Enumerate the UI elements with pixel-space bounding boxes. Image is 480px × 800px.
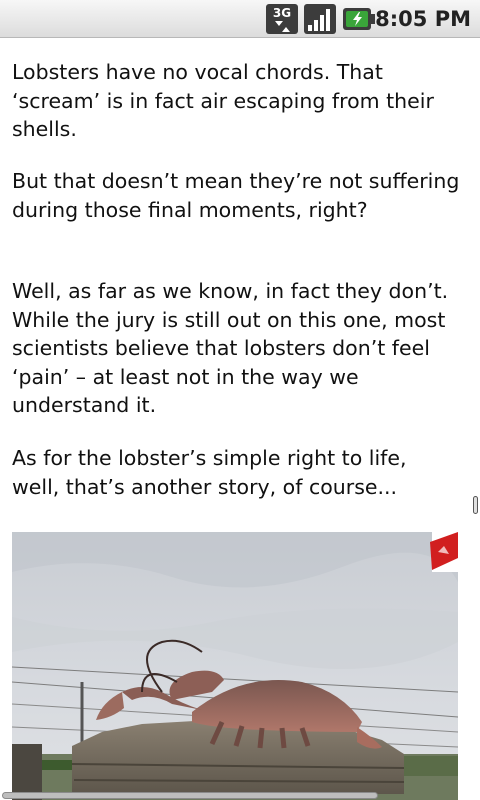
article-content[interactable]: Lobsters have no vocal chords. That ‘scr… <box>0 38 480 800</box>
network-3g-icon: 3G <box>265 3 299 39</box>
clock-time: 8:05 PM <box>375 7 471 31</box>
article-paragraph-2: But that doesn’t mean they’re not suffer… <box>12 169 460 222</box>
battery-charging-icon <box>342 3 376 39</box>
lobster-statue-photo[interactable] <box>12 532 458 800</box>
article-paragraph-4: As for the lobster’s simple right to lif… <box>12 446 407 499</box>
status-bar: 3G 8:05 PM <box>0 0 480 38</box>
vertical-scroll-thumb[interactable] <box>473 496 478 514</box>
signal-strength-icon <box>303 3 337 39</box>
network-label: 3G <box>273 6 291 20</box>
horizontal-scroll-bar[interactable] <box>2 792 378 799</box>
article-paragraph-3: Well, as far as we know, in fact they do… <box>12 279 449 417</box>
article-paragraph-1: Lobsters have no vocal chords. That ‘scr… <box>12 60 434 141</box>
